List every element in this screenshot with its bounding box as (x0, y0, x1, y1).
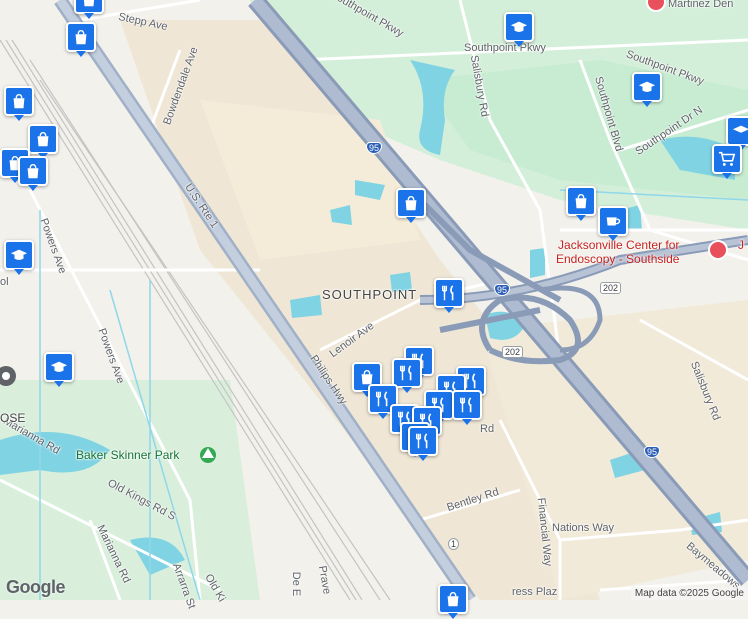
hospital-icon[interactable] (708, 240, 728, 260)
coffee-cup-icon[interactable] (598, 206, 628, 241)
route-shield: 1 (448, 538, 460, 550)
fork-knife-icon[interactable] (434, 278, 464, 313)
park-tree-icon (200, 447, 216, 463)
shopping-bag-icon[interactable] (74, 0, 104, 19)
route-shield: 202 (600, 282, 622, 294)
shopping-bag-icon[interactable] (438, 584, 468, 619)
hospital-label[interactable]: Jacksonville Center for Endoscopy - Sout… (556, 238, 679, 266)
shopping-bag-icon[interactable] (28, 124, 58, 159)
hospital-name-line2: Endoscopy - Southside (556, 252, 680, 266)
google-logo: Google (6, 577, 66, 597)
shopping-bag-icon[interactable] (4, 86, 34, 121)
graduation-cap-icon[interactable] (726, 116, 748, 151)
route-shield: 202 (502, 346, 524, 358)
fork-knife-icon[interactable] (452, 390, 482, 425)
graduation-cap-icon[interactable] (504, 12, 534, 47)
graduation-cap-icon[interactable] (44, 352, 74, 387)
fork-knife-icon[interactable] (392, 358, 422, 393)
park-area-west (0, 380, 260, 600)
map-attribution[interactable]: Map data ©2025 Google (630, 587, 748, 600)
water-body (530, 248, 545, 278)
water-body (390, 272, 412, 292)
shopping-bag-icon[interactable] (66, 22, 96, 57)
shopping-cart-icon[interactable] (712, 144, 742, 179)
shopping-bag-icon[interactable] (566, 186, 596, 221)
shopping-bag-icon[interactable] (396, 188, 426, 223)
fork-knife-icon[interactable] (408, 426, 438, 461)
graduation-cap-icon[interactable] (4, 240, 34, 275)
shopping-bag-icon[interactable] (18, 156, 48, 191)
graduation-cap-icon[interactable] (632, 72, 662, 107)
